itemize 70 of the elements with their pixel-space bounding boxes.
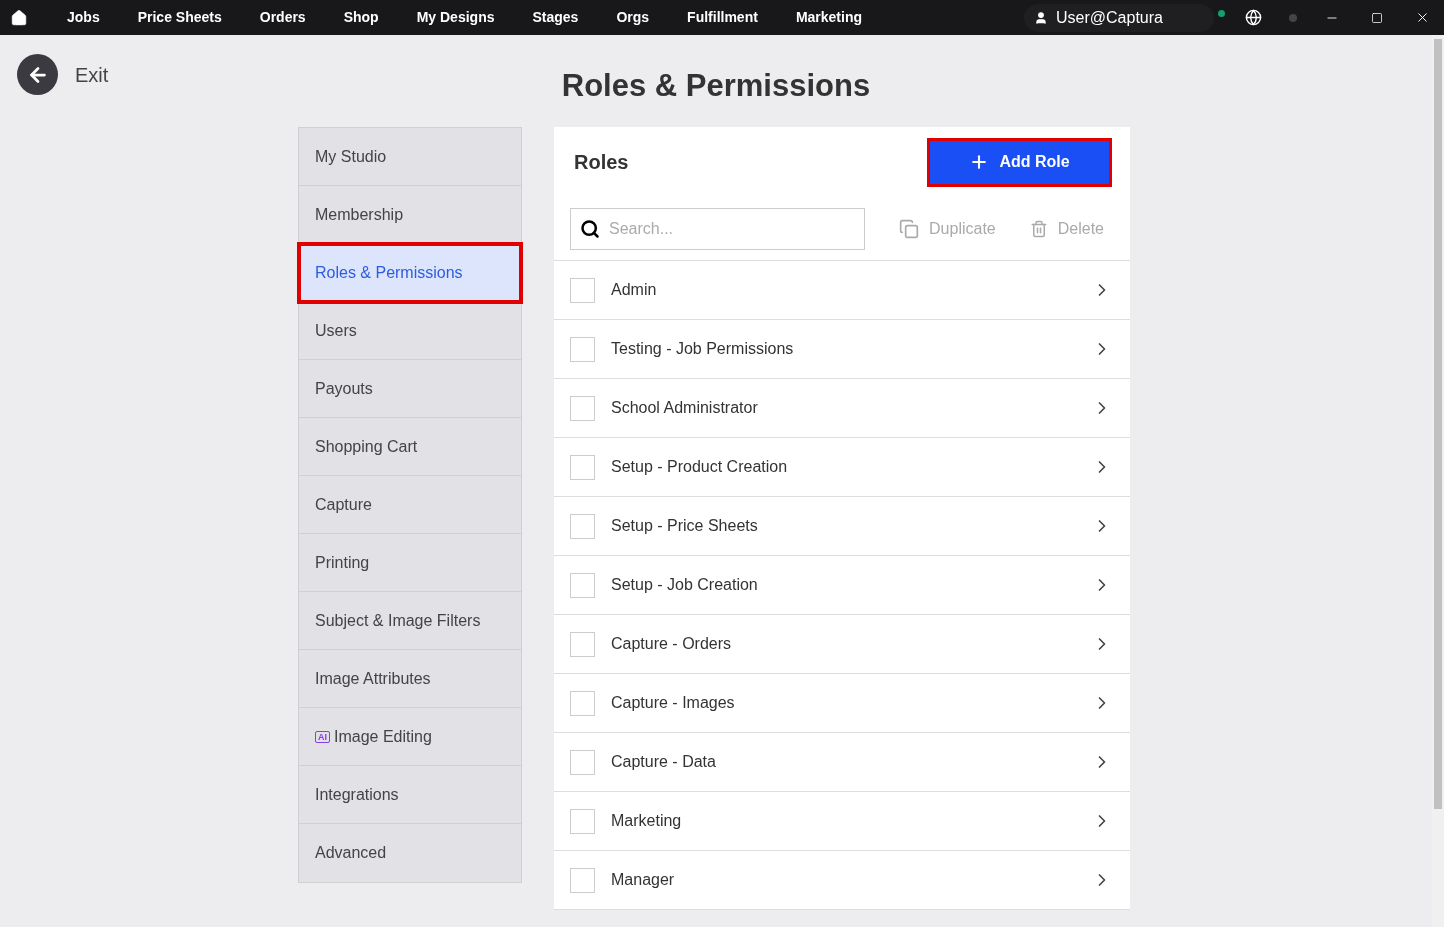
role-row[interactable]: Setup - Product Creation	[554, 438, 1130, 497]
sidebar-item[interactable]: Subject & Image Filters	[299, 592, 521, 650]
panel-title: Roles	[574, 150, 629, 175]
role-row[interactable]: Manager	[554, 851, 1130, 910]
role-row[interactable]: Setup - Price Sheets	[554, 497, 1130, 556]
role-name: Testing - Job Permissions	[611, 339, 794, 359]
ai-badge: AI	[315, 730, 330, 743]
role-row[interactable]: School Administrator	[554, 379, 1130, 438]
role-row[interactable]: Capture - Data	[554, 733, 1130, 792]
row-checkbox[interactable]	[570, 572, 595, 598]
nav-link[interactable]: Fulfillment	[684, 7, 761, 28]
sidebar-item[interactable]: My Studio	[299, 128, 521, 186]
trash-icon	[1029, 218, 1048, 239]
role-row[interactable]: Setup - Job Creation	[554, 556, 1130, 615]
sidebar-item[interactable]: Image Attributes	[299, 650, 521, 708]
close-icon[interactable]	[1415, 10, 1430, 25]
nav-link[interactable]: Marketing	[792, 7, 865, 28]
row-checkbox[interactable]	[570, 749, 595, 775]
sidebar-item[interactable]: AI Image Editing	[299, 708, 521, 766]
sidebar-item[interactable]: Shopping Cart	[299, 418, 521, 476]
row-checkbox[interactable]	[570, 395, 595, 421]
sidebar-item[interactable]: Payouts	[299, 360, 521, 418]
role-name: Capture - Orders	[611, 634, 732, 654]
nav-link[interactable]: My Designs	[413, 7, 498, 28]
nav-link[interactable]: Stages	[529, 7, 582, 28]
sidebar-item[interactable]: Integrations	[299, 766, 521, 824]
row-checkbox[interactable]	[570, 631, 595, 657]
role-name: Setup - Job Creation	[611, 575, 758, 595]
row-checkbox[interactable]	[570, 336, 595, 362]
role-row[interactable]: Capture - Images	[554, 674, 1130, 733]
page-title: Roles & Permissions	[561, 67, 871, 105]
row-checkbox[interactable]	[570, 808, 595, 834]
user-icon	[1034, 10, 1048, 25]
role-name: Admin	[611, 280, 657, 300]
home-icon[interactable]	[10, 8, 28, 27]
role-name: School Administrator	[611, 398, 758, 418]
role-name: Manager	[611, 870, 675, 890]
copy-icon	[899, 218, 920, 239]
nav-link[interactable]: Jobs	[64, 7, 103, 28]
role-name: Marketing	[611, 811, 682, 831]
search-field[interactable]: Search...	[570, 207, 865, 250]
sidebar-item[interactable]: Printing	[299, 534, 521, 592]
role-name: Setup - Product Creation	[611, 457, 788, 477]
sidebar-item[interactable]: Capture	[299, 476, 521, 534]
nav-link[interactable]: Orgs	[613, 7, 653, 28]
user-menu[interactable]: User@Captura	[1024, 3, 1214, 32]
row-checkbox[interactable]	[570, 867, 595, 893]
globe-icon[interactable]	[1245, 9, 1262, 26]
maximize-icon[interactable]	[1371, 11, 1383, 24]
add-role-button[interactable]: Add Role	[927, 137, 1112, 187]
role-name: Capture - Data	[611, 752, 716, 772]
row-checkbox[interactable]	[570, 454, 595, 480]
exit-label[interactable]: Exit	[75, 59, 109, 90]
row-checkbox[interactable]	[570, 513, 595, 539]
sidebar-item[interactable]: Advanced	[299, 824, 521, 882]
role-row[interactable]: Admin	[554, 261, 1130, 320]
sidebar-item[interactable]: Roles & Permissions	[299, 244, 521, 302]
role-name: Setup - Price Sheets	[611, 516, 758, 536]
sidebar-item[interactable]: Users	[299, 302, 521, 360]
nav-link[interactable]: Orders	[256, 7, 309, 28]
role-row[interactable]: Marketing	[554, 792, 1130, 851]
role-row[interactable]: Capture - Orders	[554, 615, 1130, 674]
role-name: Capture - Images	[611, 693, 735, 713]
nav-link[interactable]: Price Sheets	[134, 7, 225, 28]
row-checkbox[interactable]	[570, 277, 595, 303]
search-icon	[580, 218, 600, 239]
role-row[interactable]: Testing - Job Permissions	[554, 320, 1130, 379]
exit-button[interactable]	[17, 54, 58, 95]
nav-link[interactable]: Shop	[340, 7, 382, 28]
row-checkbox[interactable]	[570, 690, 595, 716]
